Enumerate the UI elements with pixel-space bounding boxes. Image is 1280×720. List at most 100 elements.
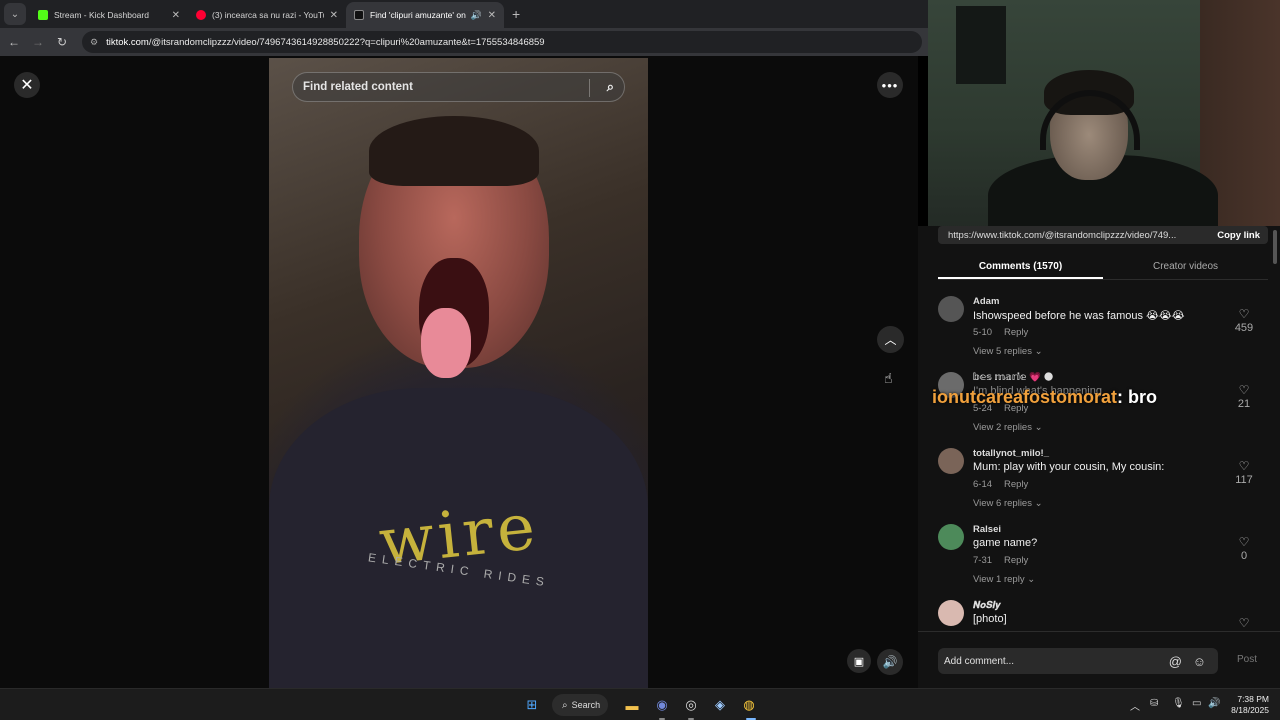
video-player[interactable]: wire ELECTRIC RIDES <box>269 58 648 688</box>
view-replies-button[interactable]: View 1 reply ⌄ <box>973 574 1035 585</box>
stream-chat-overlay: ionutcareafostomorat: bro <box>932 387 1157 408</box>
share-link-text: https://www.tiktok.com/@itsrandomclipzzz… <box>948 229 1177 241</box>
copy-link-button[interactable]: Copy link <box>1217 230 1260 241</box>
view-replies-button[interactable]: View 5 replies ⌄ <box>973 346 1043 357</box>
reload-icon[interactable]: ↻ <box>50 35 74 49</box>
more-options-button[interactable]: ••• <box>877 72 903 98</box>
heart-icon[interactable]: ♡ <box>1236 616 1252 630</box>
tab-kick-dashboard[interactable]: Stream - Kick Dashboard ✕ <box>30 2 188 28</box>
avatar[interactable] <box>938 600 964 626</box>
webcam-overlay <box>928 0 1280 230</box>
tab-title: Find 'clipuri amuzante' on TikTok <box>370 10 466 20</box>
forward-arrow-icon[interactable]: → <box>26 35 50 49</box>
obs-icon[interactable]: ◎ <box>681 695 701 715</box>
search-icon[interactable]: ⌕ <box>607 79 614 95</box>
file-explorer-icon[interactable]: ▬ <box>622 695 642 715</box>
taskbar-search-label: Search <box>571 700 601 710</box>
heart-icon[interactable]: ♡ <box>1236 307 1252 321</box>
comment-text: Ishowspeed before he was famous 😭😭😭 <box>973 310 1185 322</box>
add-comment-input[interactable]: Add comment... @ ☺ <box>938 648 1218 674</box>
like-count: 459 <box>1234 322 1254 334</box>
reply-button[interactable]: Reply <box>1004 327 1028 338</box>
emoji-icon[interactable]: ☺ <box>1193 654 1206 669</box>
like-count: 21 <box>1237 398 1251 410</box>
tray-overflow-icon[interactable]: ︿ <box>1130 698 1140 713</box>
close-viewer-button[interactable]: ✕ <box>14 72 40 98</box>
speaker-icon[interactable]: 🔊 <box>1208 698 1220 709</box>
chrome-icon[interactable]: ◍ <box>739 695 759 715</box>
comment-item: 𝑵𝒐𝑺𝒍𝒚 [photo] ♡ <box>938 600 1258 630</box>
comments-scrollbar[interactable] <box>1273 230 1277 264</box>
reply-button[interactable]: Reply <box>1004 555 1028 566</box>
reply-button[interactable]: Reply <box>1004 479 1028 490</box>
avatar[interactable] <box>938 296 964 322</box>
comment-date: 5-10 <box>973 327 993 338</box>
url-path: /@itsrandomclipzzz/video/749674361492885… <box>148 36 545 48</box>
composer-placeholder: Add comment... <box>944 655 1015 667</box>
tab-tiktok[interactable]: Find 'clipuri amuzante' on TikTok 🔊 ✕ <box>346 2 504 28</box>
url-input[interactable]: ⚙ tiktok.com /@itsrandomclipzzz/video/74… <box>82 31 922 53</box>
comment-text: game name? <box>973 537 1038 549</box>
view-replies-button[interactable]: View 2 replies ⌄ <box>973 422 1043 433</box>
comment-username[interactable]: 𝑵𝒐𝑺𝒍𝒚 <box>973 600 1001 611</box>
tab-title: Stream - Kick Dashboard <box>54 10 149 20</box>
chat-message: : bro <box>1117 387 1158 407</box>
comments-tabs: Comments (1570) Creator videos <box>938 256 1268 280</box>
tab-close-icon[interactable]: ✕ <box>330 10 338 21</box>
comment-item: totallynot_milo!_ Mum: play with your co… <box>938 448 1258 514</box>
site-info-icon[interactable]: ⚙ <box>90 37 98 48</box>
heart-icon[interactable]: ♡ <box>1236 459 1252 473</box>
search-placeholder: Find related content <box>303 81 413 93</box>
tab-title: (3) incearca sa nu razi - YouTube <box>212 10 324 20</box>
heart-icon[interactable]: ♡ <box>1236 535 1252 549</box>
system-clock[interactable]: 7:38 PM 8/18/2025 <box>1225 694 1269 716</box>
comment-username[interactable]: 𝕓𝕖𝕤 𝕞𝕒𝕣𝕚𝕖 💗 🌑 <box>973 372 1053 383</box>
mention-icon[interactable]: @ <box>1169 654 1182 669</box>
tab-comments[interactable]: Comments (1570) <box>938 256 1103 279</box>
comment-date: 6-14 <box>973 479 993 490</box>
view-replies-button[interactable]: View 6 replies ⌄ <box>973 498 1043 509</box>
like-count: 0 <box>1240 550 1248 562</box>
comment-text: Mum: play with your cousin, My cousin: <box>973 461 1165 473</box>
comment-meta: 5-10 Reply <box>973 327 1028 338</box>
comment-username[interactable]: totallynot_milo!_ <box>973 448 1049 459</box>
start-menu-icon[interactable]: ⊞ <box>522 695 542 715</box>
steam-icon[interactable]: ◈ <box>710 695 730 715</box>
avatar[interactable] <box>938 524 964 550</box>
taskbar-search-button[interactable]: ⌕ Search <box>552 694 608 716</box>
find-related-search-input[interactable]: Find related content ⌕ <box>292 72 625 102</box>
post-button[interactable]: Post <box>1237 654 1257 665</box>
webcam-poster <box>956 6 1006 84</box>
search-divider <box>589 79 590 97</box>
comment-item: Ralsei game name? 7-31 Reply View 1 reply… <box>938 524 1258 590</box>
tab-creator-videos[interactable]: Creator videos <box>1103 256 1268 279</box>
tab-close-icon[interactable]: ✕ <box>488 10 496 21</box>
back-arrow-icon[interactable]: ← <box>2 35 26 49</box>
display-icon[interactable]: ▭ <box>1192 698 1201 709</box>
browser-tab-strip: ⌄ Stream - Kick Dashboard ✕ (3) incearca… <box>0 0 930 28</box>
heart-icon[interactable]: ♡ <box>1236 383 1252 397</box>
microphone-icon[interactable]: 🎙 <box>1172 698 1185 709</box>
tiktok-favicon-icon <box>354 10 364 20</box>
tab-search-menu-icon[interactable]: ⌄ <box>4 3 26 25</box>
url-host: tiktok.com <box>106 36 149 48</box>
composer-divider <box>918 631 1280 632</box>
avatar[interactable] <box>938 448 964 474</box>
audio-playing-icon[interactable]: 🔊 <box>471 10 482 21</box>
comment-text: [photo] <box>973 613 1007 625</box>
comment-date: 7-31 <box>973 555 993 566</box>
address-bar-row: ← → ↻ ⚙ tiktok.com /@itsrandomclipzzz/vi… <box>0 28 930 56</box>
volume-button[interactable]: 🔊 <box>877 649 903 675</box>
share-link-row: https://www.tiktok.com/@itsrandomclipzzz… <box>938 226 1268 244</box>
network-icon[interactable]: ⛁ <box>1150 698 1158 709</box>
discord-icon[interactable]: ◉ <box>652 695 672 715</box>
comment-username[interactable]: Adam <box>973 296 999 307</box>
mini-player-button[interactable]: ▣ <box>847 649 871 673</box>
tab-youtube[interactable]: (3) incearca sa nu razi - YouTube ✕ <box>188 2 346 28</box>
hand-cursor-icon: ☝ <box>884 370 893 386</box>
tab-close-icon[interactable]: ✕ <box>172 10 180 21</box>
search-icon: ⌕ <box>562 699 568 711</box>
new-tab-button[interactable]: + <box>512 6 520 22</box>
comment-username[interactable]: Ralsei <box>973 524 1001 535</box>
previous-video-button[interactable]: ︿ <box>877 326 904 353</box>
